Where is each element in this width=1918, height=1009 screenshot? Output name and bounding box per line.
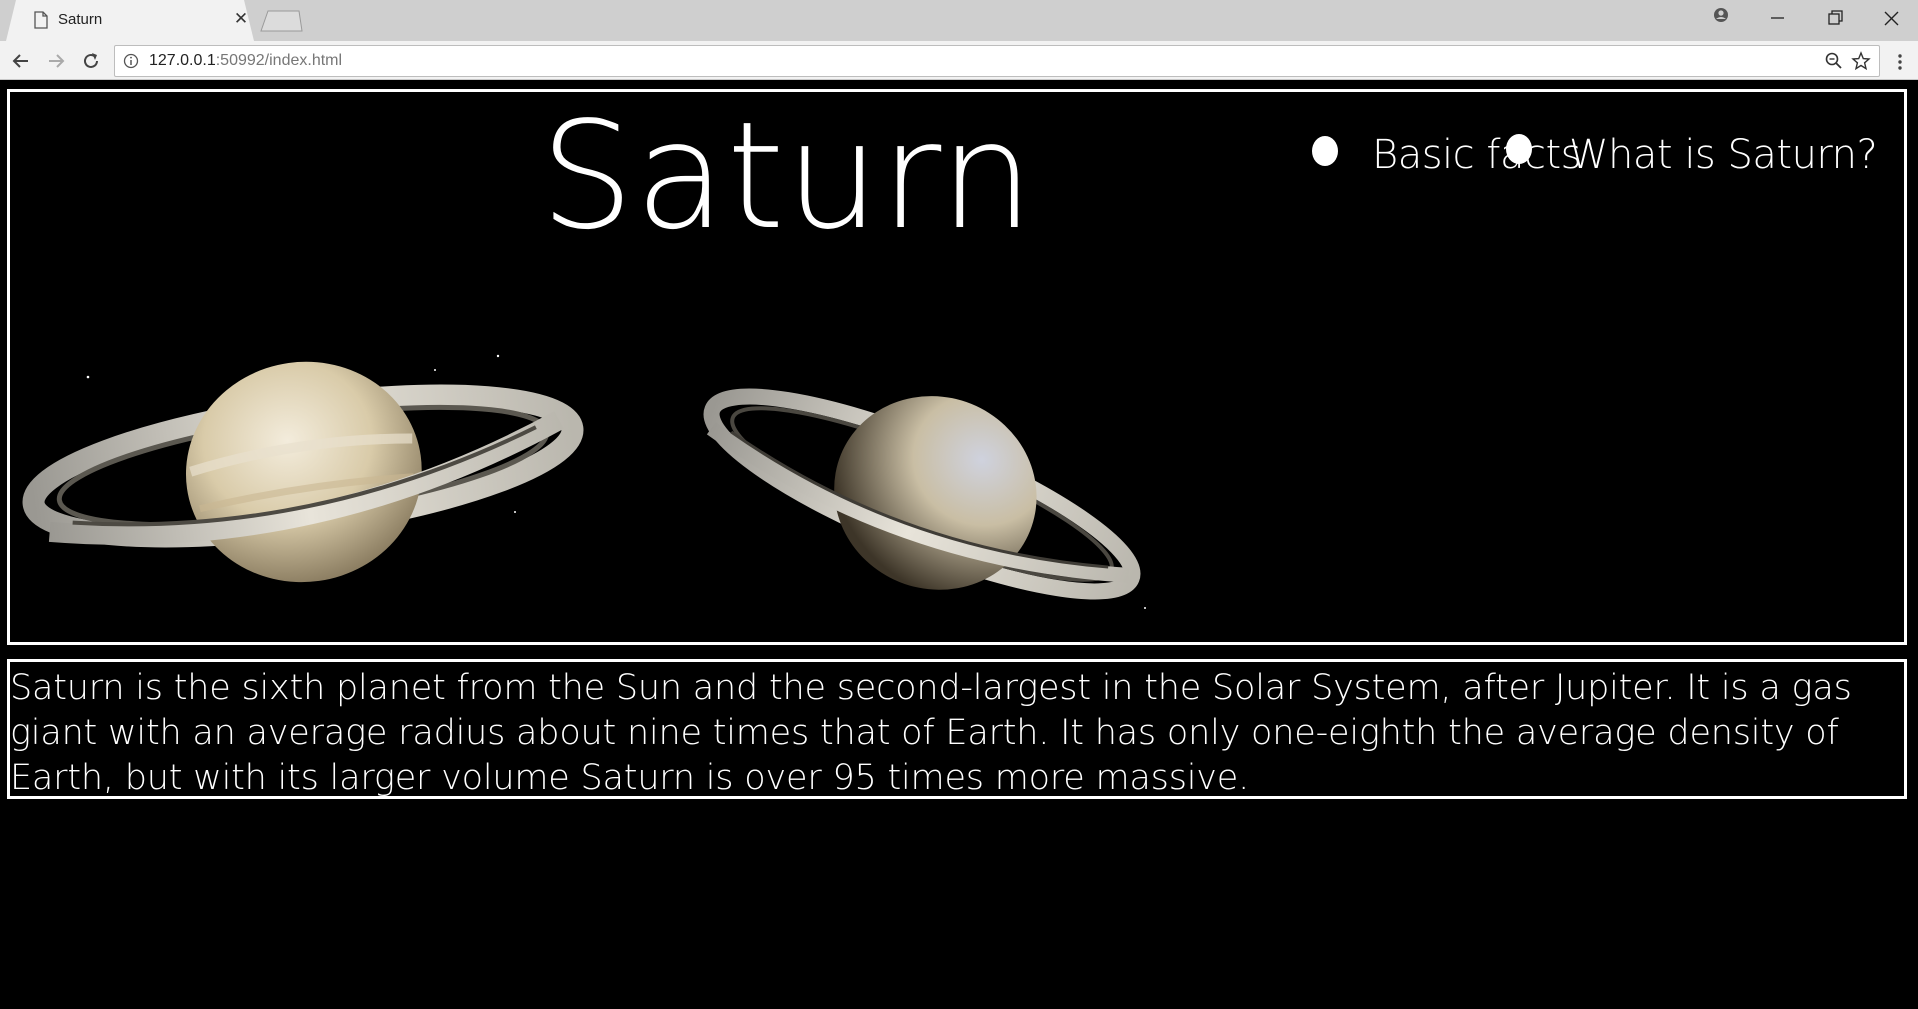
back-arrow-icon[interactable] xyxy=(10,50,32,72)
tab-title: Saturn xyxy=(58,11,103,28)
restore-icon[interactable] xyxy=(1815,6,1855,32)
profile-icon[interactable] xyxy=(1701,6,1741,32)
description-box: Saturn is the sixth planet from the Sun … xyxy=(7,659,1907,799)
hero-banner: Saturn Basic facts What is Saturn? xyxy=(7,89,1907,645)
page-viewport: Saturn Basic facts What is Saturn? Satur… xyxy=(0,80,1918,1009)
browser-tab[interactable]: Saturn ✕ xyxy=(6,0,254,41)
url-text: 127.0.0.1:50992/index.html xyxy=(149,52,342,70)
main-nav: Basic facts What is Saturn? xyxy=(1296,132,1896,182)
description-text: Saturn is the sixth planet from the Sun … xyxy=(10,668,1852,798)
bookmark-star-icon[interactable] xyxy=(1851,51,1871,71)
nav-link-basic-facts[interactable]: Basic facts xyxy=(1372,132,1581,178)
tab-strip: Saturn ✕ xyxy=(0,0,1918,41)
reload-icon[interactable] xyxy=(80,50,102,72)
more-menu-icon[interactable] xyxy=(1892,52,1908,72)
saturn-tilted-view xyxy=(703,388,1141,600)
nav-bullet-icon xyxy=(1312,136,1338,166)
new-tab-button[interactable] xyxy=(259,10,303,32)
saturn-front-view xyxy=(22,361,584,583)
page-title: Saturn xyxy=(540,90,1035,262)
forward-arrow-icon[interactable] xyxy=(45,50,67,72)
nav-link-what-is-saturn[interactable]: What is Saturn? xyxy=(1569,132,1878,178)
url-host: 127.0.0.1 xyxy=(149,52,216,69)
info-icon[interactable] xyxy=(123,53,139,69)
url-path: :50992/index.html xyxy=(215,52,343,69)
zoom-icon[interactable] xyxy=(1825,52,1843,70)
close-window-icon[interactable] xyxy=(1871,6,1911,32)
browser-toolbar: 127.0.0.1:50992/index.html xyxy=(0,41,1918,80)
minimize-icon[interactable] xyxy=(1757,6,1797,32)
tab-close-icon[interactable]: ✕ xyxy=(232,9,250,29)
address-bar[interactable]: 127.0.0.1:50992/index.html xyxy=(114,45,1880,77)
page-icon xyxy=(34,11,48,29)
